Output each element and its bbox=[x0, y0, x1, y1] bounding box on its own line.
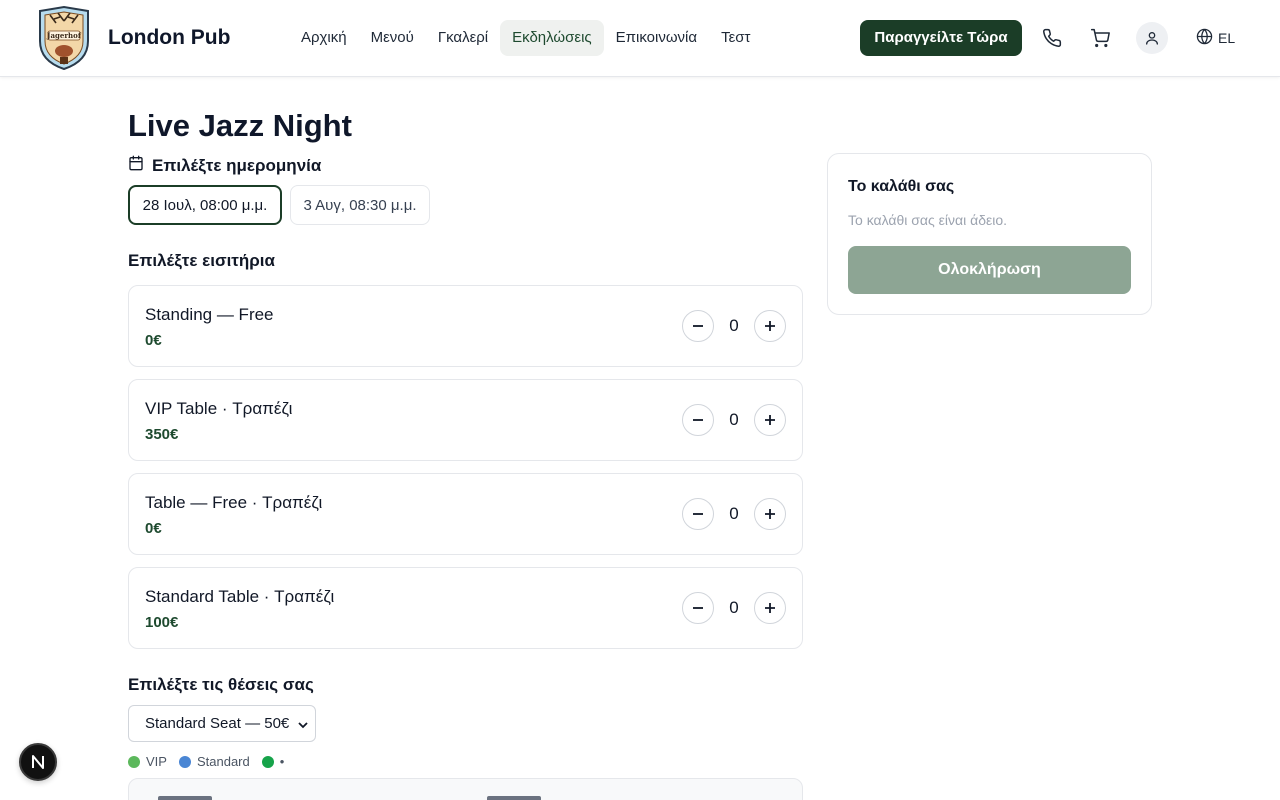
date-heading: Επιλέξτε ημερομηνία bbox=[128, 155, 321, 176]
language-code: EL bbox=[1218, 30, 1236, 46]
decrease-button[interactable] bbox=[682, 404, 714, 436]
date-heading-label: Επιλέξτε ημερομηνία bbox=[152, 155, 322, 175]
increase-button[interactable] bbox=[754, 404, 786, 436]
ticket-name: Standing — Free bbox=[145, 305, 274, 324]
seats-heading: Επιλέξτε τις θέσεις σας bbox=[128, 675, 314, 694]
date-option[interactable]: 3 Αυγ, 08:30 μ.μ. bbox=[290, 185, 430, 225]
seat-map[interactable] bbox=[128, 778, 803, 800]
calendar-icon bbox=[128, 155, 144, 176]
n-logo-icon bbox=[32, 755, 44, 769]
legend-label: VIP bbox=[146, 754, 167, 769]
nav-home[interactable]: Αρχική bbox=[289, 20, 359, 56]
seat-type-select[interactable]: Standard Seat — 50€ bbox=[128, 705, 316, 742]
tickets-heading: Επιλέξτε εισιτήρια bbox=[128, 251, 275, 270]
site-header: Jagerhof London Pub Αρχική Μενού Γκαλερί… bbox=[0, 0, 1280, 77]
decrease-button[interactable] bbox=[682, 592, 714, 624]
increase-button[interactable] bbox=[754, 592, 786, 624]
quantity-value: 0 bbox=[729, 410, 739, 429]
nav-events[interactable]: Εκδηλώσεις bbox=[500, 20, 604, 56]
quantity-stepper: 0 bbox=[682, 498, 786, 530]
ticket-name: VIP Table · Τραπέζι bbox=[145, 399, 293, 418]
order-now-button[interactable]: Παραγγείλτε Τώρα bbox=[860, 20, 1022, 56]
table-shape[interactable] bbox=[158, 796, 212, 800]
seat-legend: VIP Standard • bbox=[128, 754, 296, 769]
increase-button[interactable] bbox=[754, 498, 786, 530]
table-shape[interactable] bbox=[487, 796, 541, 800]
legend-item: Standard bbox=[178, 754, 250, 769]
ticket-name: Table — Free · Τραπέζι bbox=[145, 493, 323, 512]
nav-contact[interactable]: Επικοινωνία bbox=[604, 20, 709, 56]
plus-icon bbox=[765, 509, 775, 519]
ticket-price: 0€ bbox=[145, 332, 162, 349]
cart-empty-message: Το καλάθι σας είναι άδειο. bbox=[848, 212, 1008, 228]
plus-icon bbox=[765, 603, 775, 613]
date-option-selected[interactable]: 28 Ιουλ, 08:00 μ.μ. bbox=[128, 185, 282, 225]
decrease-button[interactable] bbox=[682, 498, 714, 530]
user-icon[interactable] bbox=[1136, 22, 1168, 54]
quantity-value: 0 bbox=[729, 504, 739, 523]
ticket-card: Standing — Free 0€ 0 bbox=[128, 285, 803, 367]
ticket-price: 0€ bbox=[145, 520, 162, 537]
ticket-price: 350€ bbox=[145, 426, 179, 443]
legend-item: VIP bbox=[128, 754, 167, 769]
language-switcher[interactable]: EL bbox=[1196, 28, 1235, 48]
cart-icon[interactable] bbox=[1084, 22, 1116, 54]
ticket-price: 100€ bbox=[145, 614, 179, 631]
legend-label: • bbox=[279, 754, 285, 769]
quantity-stepper: 0 bbox=[682, 592, 786, 624]
quantity-stepper: 0 bbox=[682, 404, 786, 436]
ticket-card: Table — Free · Τραπέζι 0€ 0 bbox=[128, 473, 803, 555]
seat-select-value: Standard Seat — 50€ bbox=[145, 715, 290, 732]
plus-icon bbox=[765, 321, 775, 331]
ticket-card: VIP Table · Τραπέζι 350€ 0 bbox=[128, 379, 803, 461]
logo[interactable]: Jagerhof bbox=[36, 5, 92, 71]
plus-icon bbox=[765, 415, 775, 425]
minus-icon bbox=[693, 513, 703, 515]
next-dev-badge[interactable] bbox=[19, 743, 57, 781]
quantity-value: 0 bbox=[729, 598, 739, 617]
increase-button[interactable] bbox=[754, 310, 786, 342]
quantity-stepper: 0 bbox=[682, 310, 786, 342]
nav-menu[interactable]: Μενού bbox=[359, 20, 426, 56]
minus-icon bbox=[693, 325, 703, 327]
svg-text:Jagerhof: Jagerhof bbox=[46, 31, 82, 40]
nav-gallery[interactable]: Γκαλερί bbox=[426, 20, 500, 56]
checkout-button[interactable]: Ολοκλήρωση bbox=[848, 246, 1131, 294]
quantity-value: 0 bbox=[729, 316, 739, 335]
minus-icon bbox=[693, 607, 703, 609]
decrease-button[interactable] bbox=[682, 310, 714, 342]
nav-test[interactable]: Τεστ bbox=[709, 20, 762, 56]
page-title: Live Jazz Night bbox=[128, 108, 352, 143]
legend-item: • bbox=[261, 754, 285, 769]
brand-name[interactable]: London Pub bbox=[108, 26, 230, 50]
legend-dot bbox=[261, 755, 274, 768]
chevron-down-icon bbox=[297, 718, 309, 735]
main-nav: Αρχική Μενού Γκαλερί Εκδηλώσεις Επικοινω… bbox=[289, 20, 762, 56]
ticket-name: Standard Table · Τραπέζι bbox=[145, 587, 335, 606]
legend-dot bbox=[128, 755, 140, 768]
cart-panel: Το καλάθι σας Το καλάθι σας είναι άδειο.… bbox=[827, 153, 1152, 315]
ticket-card: Standard Table · Τραπέζι 100€ 0 bbox=[128, 567, 803, 649]
minus-icon bbox=[693, 419, 703, 421]
globe-icon bbox=[1196, 28, 1213, 48]
legend-dot bbox=[178, 755, 191, 768]
cart-title: Το καλάθι σας bbox=[848, 178, 955, 195]
phone-icon[interactable] bbox=[1036, 22, 1068, 54]
legend-label: Standard bbox=[196, 754, 250, 769]
